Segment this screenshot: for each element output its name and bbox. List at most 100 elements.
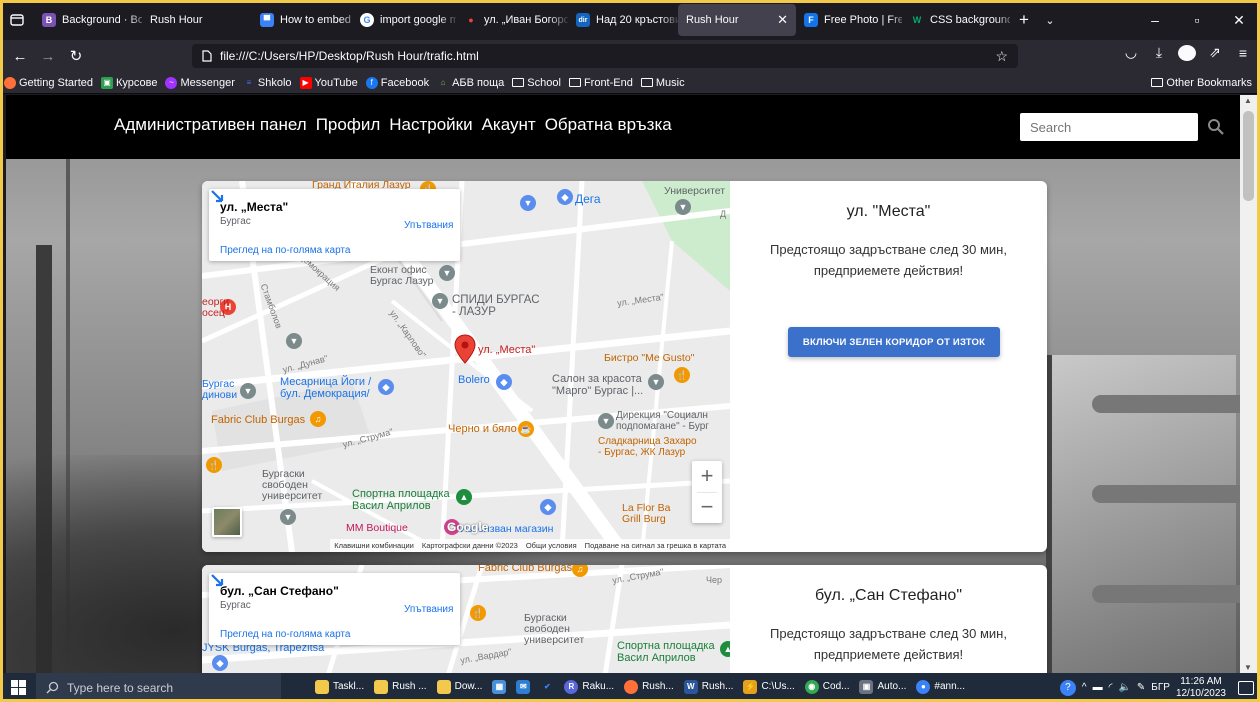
- page-scrollbar[interactable]: ▲ ▼: [1240, 95, 1257, 673]
- zoom-in-button[interactable]: +: [692, 461, 722, 492]
- map-pin-icon[interactable]: [454, 334, 476, 364]
- university-poi-icon[interactable]: ▼: [675, 199, 691, 215]
- close-tab-icon[interactable]: ✕: [777, 12, 788, 28]
- taskbar-app-6[interactable]: R Raku...: [560, 673, 619, 702]
- food-poi-icon[interactable]: 🍴: [206, 457, 222, 473]
- cherno-poi-icon[interactable]: ☕: [518, 421, 534, 437]
- language-indicator[interactable]: БГР: [1151, 682, 1170, 693]
- bus-poi-icon[interactable]: ▼: [240, 383, 256, 399]
- url-bar[interactable]: file:///C:/Users/HP/Desktop/Rush Hour/tr…: [192, 44, 1018, 68]
- satellite-toggle[interactable]: [212, 507, 242, 537]
- downloads-icon[interactable]: ⤓: [1150, 44, 1168, 61]
- extensions-icon[interactable]: ⇗: [1206, 44, 1224, 61]
- bookmark-getting-started[interactable]: Getting Started: [4, 76, 93, 89]
- taskbar-app-12[interactable]: ● #ann...: [912, 673, 969, 702]
- minimize-icon[interactable]: –: [1134, 12, 1176, 29]
- taskbar-app-10[interactable]: ◉ Cod...: [800, 673, 854, 702]
- embedded-map-2[interactable]: Fabric Club Burgas ♫ ул. „Струма" Чер 🍴 …: [202, 565, 730, 673]
- tab-2[interactable]: ▀ How to embed a: [252, 4, 352, 36]
- site-search-input[interactable]: [1020, 113, 1198, 141]
- search-icon[interactable]: [1206, 117, 1226, 137]
- report-error-link[interactable]: Подаване на сигнал за грешка в картата: [585, 541, 726, 550]
- taskbar-app-1[interactable]: Rush ...: [370, 673, 431, 702]
- zoom-out-button[interactable]: −: [692, 492, 722, 523]
- bookmark-abv[interactable]: ⌂ АБВ поща: [437, 77, 505, 89]
- directions-icon[interactable]: [209, 189, 225, 205]
- bookmark-star-icon[interactable]: ☆: [995, 48, 1008, 65]
- food-poi-icon-2[interactable]: 🍴: [470, 605, 486, 621]
- nav-settings[interactable]: Настройки: [389, 115, 472, 135]
- sport-poi-icon-2[interactable]: ▲: [720, 641, 730, 657]
- directions-link[interactable]: Упътвания: [404, 220, 453, 231]
- bookmark-shkolo[interactable]: ≡ Shkolo: [243, 77, 292, 89]
- nav-profile[interactable]: Профил: [316, 115, 381, 135]
- directions-icon[interactable]: [209, 573, 225, 589]
- shop-poi-icon-2[interactable]: ◆: [540, 499, 556, 515]
- scroll-up-icon[interactable]: ▲: [1244, 96, 1252, 105]
- other-bookmarks[interactable]: Other Bookmarks: [1151, 77, 1252, 89]
- bookmark-youtube[interactable]: ▶ YouTube: [299, 76, 358, 89]
- chevron-up-icon[interactable]: ^: [1082, 682, 1087, 693]
- help-icon[interactable]: ?: [1059, 679, 1076, 696]
- back-arrow-icon[interactable]: ←: [6, 48, 34, 65]
- office-poi-icon[interactable]: ▼: [598, 413, 614, 429]
- tab-8[interactable]: W CSS background-: [902, 4, 1010, 36]
- taskbar-app-0[interactable]: Taskl...: [311, 673, 369, 702]
- clock[interactable]: 11:26 AM 12/10/2023: [1176, 676, 1226, 700]
- notification-icon[interactable]: [1238, 680, 1254, 695]
- keyboard-shortcuts-link[interactable]: Клавишни комбинации: [334, 541, 414, 550]
- bookmark-messenger[interactable]: ~ Messenger: [165, 76, 235, 89]
- salon-poi-icon[interactable]: ▼: [648, 374, 664, 390]
- forward-arrow-icon[interactable]: →: [34, 48, 62, 65]
- tab-7[interactable]: F Free Photo | Free: [796, 4, 902, 36]
- shopping-poi-icon[interactable]: ▼: [520, 195, 536, 211]
- battery-icon[interactable]: ▬: [1093, 682, 1103, 693]
- pen-icon[interactable]: ✎: [1137, 682, 1145, 693]
- bistro-poi-icon[interactable]: 🍴: [674, 367, 690, 383]
- larger-map-link-2[interactable]: Преглед на по-голяма карта: [220, 629, 350, 640]
- tab-active[interactable]: Rush Hour ✕: [678, 4, 796, 36]
- scroll-thumb[interactable]: [1243, 111, 1254, 201]
- larger-map-link[interactable]: Преглед на по-голяма карта: [220, 245, 350, 256]
- sport-poi-icon[interactable]: ▲: [456, 489, 472, 505]
- nav-account[interactable]: Акаунт: [482, 115, 536, 135]
- wifi-icon[interactable]: ◜: [1109, 682, 1113, 693]
- bookmark-folder-music[interactable]: Music: [640, 77, 685, 89]
- taskbar-app-8[interactable]: W Rush...: [679, 673, 738, 702]
- taskbar-app-7[interactable]: Rush...: [620, 673, 678, 702]
- landmark-poi-icon[interactable]: ▼: [286, 333, 302, 349]
- nav-admin-panel[interactable]: Административен панел: [114, 115, 307, 135]
- embedded-map[interactable]: 🍴 Гранд Италия Лазур Университет ◆ ▼ Дег…: [202, 181, 730, 552]
- club-poi-icon[interactable]: ♫: [310, 411, 326, 427]
- pocket-icon[interactable]: ◡: [1122, 44, 1140, 61]
- chevron-down-icon[interactable]: ⌄: [1038, 14, 1062, 27]
- uni-poi-icon[interactable]: ▼: [280, 509, 296, 525]
- menu-icon[interactable]: ≡: [1234, 45, 1252, 61]
- bookmark-kursove[interactable]: ▣ Курсове: [101, 76, 157, 89]
- store-poi-icon[interactable]: ◆: [557, 189, 573, 205]
- taskbar-search[interactable]: Type here to search: [36, 673, 281, 702]
- shop-poi-icon[interactable]: ◆: [378, 379, 394, 395]
- list-all-tabs-button[interactable]: [0, 0, 34, 40]
- tab-1[interactable]: Rush Hour: [142, 4, 252, 36]
- green-corridor-button[interactable]: ВКЛЮЧИ ЗЕЛЕН КОРИДОР ОТ ИЗТОК: [788, 327, 1000, 357]
- tab-4[interactable]: ● ул. „Иван Богоро: [456, 4, 568, 36]
- taskbar-app-mail[interactable]: ✉: [512, 673, 534, 702]
- taskbar-app-9[interactable]: ⚡ C:\Us...: [739, 673, 799, 702]
- close-window-icon[interactable]: ✕: [1218, 12, 1260, 29]
- bookmark-folder-frontend[interactable]: Front-End: [568, 77, 633, 89]
- taskbar-app-calculator[interactable]: ▦: [488, 673, 510, 702]
- taskbar-app-todo[interactable]: ✔: [536, 673, 558, 702]
- tab-0[interactable]: B Background · Boo: [34, 4, 142, 36]
- jysk-poi-icon[interactable]: ◆: [212, 655, 228, 671]
- taskbar-app-2[interactable]: Dow...: [432, 673, 487, 702]
- taskbar-app-11[interactable]: ▣ Auto...: [855, 673, 911, 702]
- speedy-poi-icon[interactable]: ▼: [432, 293, 448, 309]
- tab-3[interactable]: Gimport google m: [352, 4, 456, 36]
- nav-feedback[interactable]: Обратна връзка: [545, 115, 672, 135]
- ekont-poi-icon[interactable]: ▼: [439, 265, 455, 281]
- directions-link-2[interactable]: Упътвания: [404, 604, 453, 615]
- start-button[interactable]: [0, 673, 36, 702]
- bookmark-facebook[interactable]: f Facebook: [365, 76, 429, 89]
- bolero-poi-icon[interactable]: ◆: [496, 374, 512, 390]
